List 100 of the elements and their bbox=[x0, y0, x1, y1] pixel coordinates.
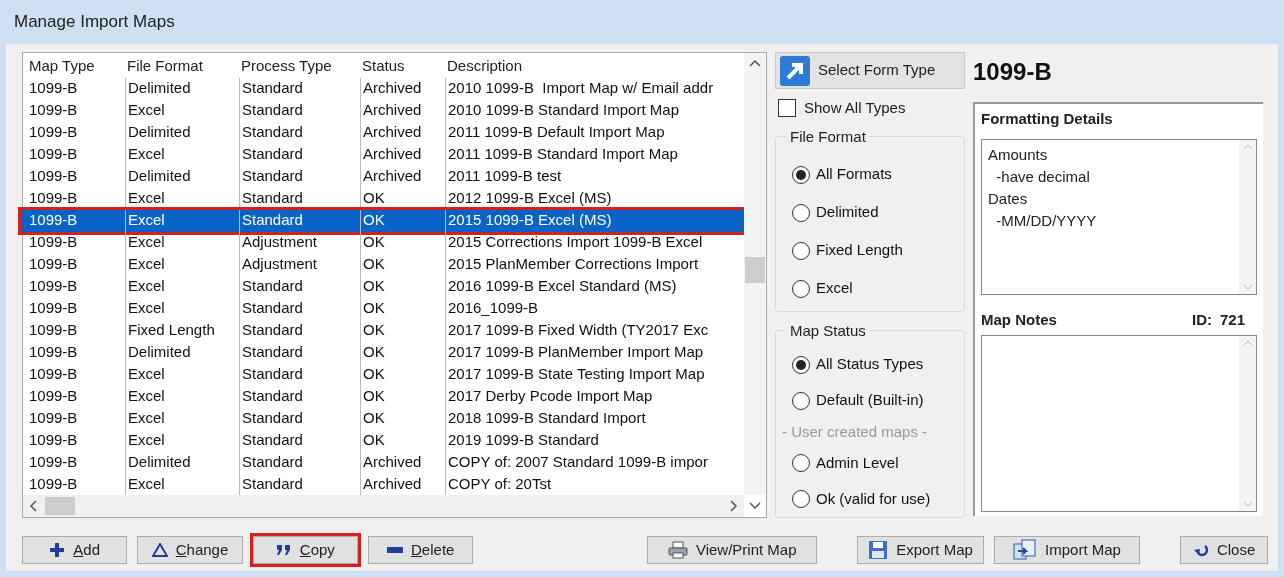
table-cell: Standard bbox=[239, 297, 360, 320]
table-row[interactable]: 1099-B Excel Standard OK 2015 1099-B Excel (MS) bbox=[21, 209, 744, 232]
table-cell: Standard bbox=[239, 429, 360, 452]
table-row[interactable]: 1099-B Excel Standard OK 2016 1099-B Excel Standard (MS) bbox=[27, 275, 744, 298]
table-cell: Excel bbox=[125, 275, 239, 298]
table-row[interactable]: 1099-B Delimited Standard Archived 2010 1099-B Import Map w/ Email addr bbox=[27, 77, 744, 100]
table-cell: OK bbox=[360, 253, 445, 276]
table-cell: OK bbox=[360, 275, 445, 298]
table-cell: Standard bbox=[239, 407, 360, 430]
radio-button[interactable] bbox=[792, 355, 810, 374]
table-row[interactable]: 1099-B Excel Standard OK 2016_1099-B bbox=[27, 297, 744, 320]
radio-label: Admin Level bbox=[816, 452, 899, 473]
table-cell: Archived bbox=[360, 121, 445, 144]
table-cell-text: 1099-B bbox=[28, 474, 79, 495]
table-cell: Delimited bbox=[125, 121, 239, 144]
checkbox[interactable] bbox=[778, 99, 796, 118]
delete-button[interactable]: Delete bbox=[368, 536, 474, 564]
radio-button[interactable] bbox=[792, 241, 810, 260]
table-cell: Standard bbox=[239, 385, 360, 408]
panel-heading: Formatting Details bbox=[981, 109, 1114, 129]
table-row[interactable]: 1099-B Excel Standard OK 2018 1099-B Standard Import bbox=[27, 407, 744, 430]
table-cell-text: 1099-B bbox=[28, 452, 79, 473]
column-header[interactable]: File Format bbox=[125, 55, 239, 78]
radio-button[interactable] bbox=[792, 391, 810, 410]
radio-button[interactable] bbox=[792, 490, 810, 508]
column-header[interactable]: Map Type bbox=[27, 55, 125, 78]
table-row[interactable]: 1099-B Delimited Standard Archived 2011 1099-B test bbox=[27, 165, 744, 188]
table-cell: Archived bbox=[360, 143, 445, 166]
table-cell: Standard bbox=[239, 341, 360, 364]
table-cell: Archived bbox=[360, 165, 445, 188]
radio-button[interactable] bbox=[792, 165, 810, 184]
print-button[interactable]: View/Print Map bbox=[647, 536, 818, 564]
table-cell: 2010 1099-B Import Map w/ Email addr bbox=[445, 77, 743, 100]
id-label: ID: bbox=[1191, 309, 1212, 330]
radio-label: Excel bbox=[816, 278, 853, 299]
details-line: -MM/DD/YYYY bbox=[995, 210, 1098, 231]
table-cell-text: 1099-B bbox=[28, 144, 79, 165]
form-type-heading: 1099-B bbox=[973, 57, 1053, 87]
table-row[interactable]: 1099-B Excel Standard OK 2017 1099-B State Testing Import Map bbox=[27, 363, 744, 386]
copy-button[interactable]: Copy bbox=[252, 536, 359, 564]
table-cell: OK bbox=[360, 429, 445, 452]
scrollbar[interactable] bbox=[1239, 336, 1256, 511]
select-form-type-button[interactable]: Select Form Type bbox=[775, 52, 965, 89]
table-cell: Excel bbox=[125, 363, 239, 386]
triangle-icon bbox=[151, 543, 168, 557]
radio-label: All Status Types bbox=[816, 354, 924, 375]
table-cell: 2016 1099-B Excel Standard (MS) bbox=[445, 275, 743, 298]
column-header[interactable]: Status bbox=[360, 55, 445, 78]
table-cell: Excel bbox=[125, 231, 239, 254]
scrollbar[interactable] bbox=[1239, 139, 1256, 294]
column-header[interactable]: Description bbox=[445, 55, 743, 78]
table-row[interactable]: 1099-B Delimited Standard Archived 2011 1099-B Default Import Map bbox=[27, 121, 744, 144]
table-cell: Excel bbox=[125, 253, 239, 276]
table-cell: Standard bbox=[239, 319, 360, 342]
vertical-scrollbar[interactable] bbox=[744, 53, 766, 495]
add-button[interactable]: Add bbox=[22, 536, 128, 564]
export-button[interactable]: Export Map bbox=[857, 536, 984, 564]
radio-label: Default (Built-in) bbox=[816, 390, 924, 411]
column-header[interactable]: Process Type bbox=[239, 55, 360, 78]
table-cell-text: 1099-B bbox=[28, 100, 79, 121]
table-cell: 2017 1099-B PlanMember Import Map bbox=[445, 341, 743, 364]
horizontal-scrollbar[interactable] bbox=[23, 495, 744, 517]
close-button[interactable]: Close bbox=[1180, 536, 1268, 564]
table-cell: Standard bbox=[239, 165, 360, 188]
scroll-thumb[interactable] bbox=[745, 257, 765, 283]
table-cell-text: 1099-B bbox=[28, 364, 79, 385]
table-cell: 2015 Corrections Import 1099-B Excel bbox=[445, 231, 743, 254]
table-row[interactable]: 1099-B Excel Adjustment OK 2015 PlanMember Corrections Import bbox=[27, 253, 744, 276]
table-row[interactable]: 1099-B Delimited Standard OK 2017 1099-B PlanMember Import Map bbox=[27, 341, 744, 364]
minus-icon bbox=[387, 547, 403, 553]
table-cell: Excel bbox=[125, 297, 239, 320]
table-cell: OK bbox=[360, 363, 445, 386]
table-row[interactable]: 1099-B Fixed Length Standard OK 2017 1099-B Fixed Width (TY2017 Exc bbox=[27, 319, 744, 342]
table-cell: OK bbox=[360, 319, 445, 342]
radio-button[interactable] bbox=[792, 279, 810, 298]
radio-button[interactable] bbox=[792, 203, 810, 222]
table-cell: Standard bbox=[239, 275, 360, 298]
table-cell: OK bbox=[360, 407, 445, 430]
table-row[interactable]: 1099-B Excel Standard Archived 2010 1099-B Standard Import Map bbox=[27, 99, 744, 122]
table-cell: Excel bbox=[125, 407, 239, 430]
radio-label: Ok (valid for use) bbox=[816, 488, 931, 509]
map-notes-field[interactable] bbox=[981, 335, 1257, 512]
panel-heading: Map Notes bbox=[981, 309, 1057, 330]
change-button[interactable]: Change bbox=[137, 536, 243, 564]
table-row[interactable]: 1099-B Excel Standard OK 2017 Derby Pcode Import Map bbox=[27, 385, 744, 408]
table-row[interactable]: 1099-B Excel Adjustment OK 2015 Corrections Import 1099-B Excel bbox=[27, 231, 744, 254]
section-caption: - User created maps - bbox=[782, 421, 929, 442]
scroll-thumb[interactable] bbox=[45, 497, 75, 515]
import-button[interactable]: Import Map bbox=[993, 536, 1141, 564]
table-cell-text: 1099-B bbox=[28, 210, 79, 231]
radio-label: All Formats bbox=[816, 164, 892, 185]
table-cell: Standard bbox=[239, 143, 360, 166]
table-cell: Standard bbox=[239, 363, 360, 386]
table-row[interactable]: 1099-B Excel Standard OK 2019 1099-B Standard bbox=[27, 429, 744, 452]
table-row[interactable]: 1099-B Delimited Standard Archived COPY of: 2007 Standard 1099-B impor bbox=[27, 451, 744, 474]
table-cell-text: 1099-B bbox=[28, 122, 79, 143]
table-cell: Adjustment bbox=[239, 231, 360, 254]
table-row[interactable]: 1099-B Excel Standard Archived 2011 1099-B Standard Import Map bbox=[27, 143, 744, 166]
radio-button[interactable] bbox=[792, 454, 810, 472]
table-cell: Standard bbox=[239, 451, 360, 474]
